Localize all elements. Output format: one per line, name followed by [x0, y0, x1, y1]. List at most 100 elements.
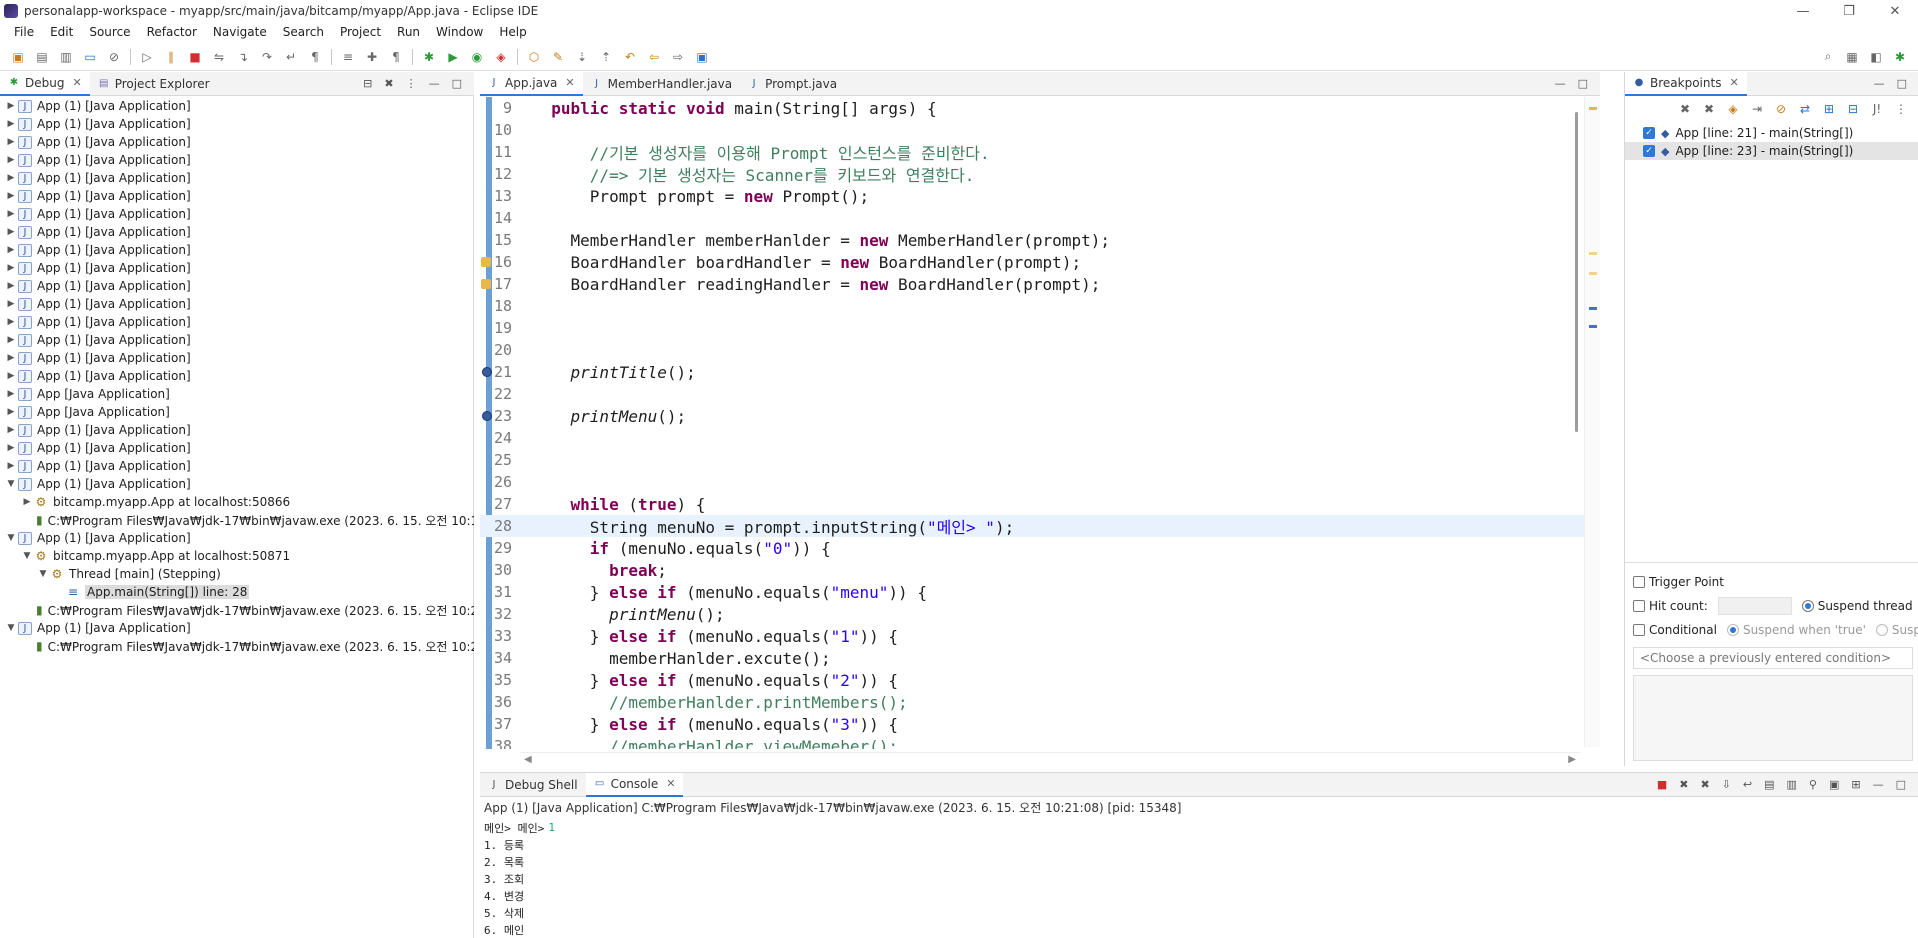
pin-console-icon[interactable]: ⚲ [1809, 778, 1817, 791]
menu-window[interactable]: Window [428, 25, 491, 39]
code-line[interactable]: 37 } else if (menuNo.equals("3")) { [480, 713, 1590, 735]
debug-tree-row[interactable]: ▶ J App (1) [Java Application] [0, 259, 474, 277]
disconnect-icon[interactable]: ⇋ [212, 50, 226, 64]
debug-tree-row[interactable]: ▶ J App (1) [Java Application] [0, 169, 474, 187]
run-icon[interactable]: ▶ [446, 50, 460, 64]
code-line[interactable]: 16 BoardHandler boardHandler = new Board… [480, 251, 1590, 273]
search-icon[interactable]: ⌕ [1821, 49, 1835, 64]
tab-debug-shell[interactable]: J Debug Shell [480, 773, 586, 797]
debug-tree-row[interactable]: ▶ J App (1) [Java Application] [0, 457, 474, 475]
terminal-icon[interactable]: ▭ [83, 50, 97, 64]
terminate-icon[interactable]: ■ [188, 50, 202, 64]
chevron-right-icon[interactable]: ▶ [4, 137, 18, 147]
minimize-button[interactable]: — [1780, 4, 1826, 19]
menu-search[interactable]: Search [275, 25, 332, 39]
chevron-right-icon[interactable]: ▶ [4, 119, 18, 129]
chevron-right-icon[interactable]: ▶ [4, 191, 18, 201]
line-number[interactable]: 28 [480, 517, 514, 535]
debug-tree-row[interactable]: ▶ J App (1) [Java Application] [0, 115, 474, 133]
line-number[interactable]: 31 [480, 583, 514, 601]
breakpoint-mark[interactable] [1589, 307, 1597, 310]
maximize-button[interactable]: ❐ [1826, 4, 1872, 19]
line-number[interactable]: 22 [480, 385, 514, 403]
warning-marker-icon[interactable] [481, 257, 491, 267]
suspend-when-true-radio[interactable] [1726, 624, 1739, 636]
debug-tree-row[interactable]: ▼ ⚙ bitcamp.myapp.App at localhost:50871 [0, 547, 474, 565]
chevron-right-icon[interactable]: ▶ [4, 173, 18, 183]
line-number[interactable]: 15 [480, 231, 514, 249]
hit-count-input[interactable] [1717, 597, 1792, 615]
debug-tree-row[interactable]: ▶ J App (1) [Java Application] [0, 313, 474, 331]
close-icon[interactable]: ✕ [565, 76, 574, 89]
annotation-next-icon[interactable]: ⇣ [575, 50, 589, 64]
suspend-when-changed-radio[interactable] [1875, 624, 1888, 636]
skip-all-icon[interactable]: ⊘ [1774, 102, 1788, 116]
debug-tree-row[interactable]: ▶ J App (1) [Java Application] [0, 367, 474, 385]
code-line[interactable]: 22 [480, 383, 1590, 405]
debug-tree-row[interactable]: ▶ J App (1) [Java Application] [0, 349, 474, 367]
code-line[interactable]: 30 break; [480, 559, 1590, 581]
trigger-point-checkbox[interactable] [1633, 576, 1645, 588]
tab-debug[interactable]: ✱ Debug ✕ [0, 71, 90, 96]
menu-run[interactable]: Run [389, 25, 428, 39]
scroll-right-icon[interactable]: ▶ [1568, 754, 1576, 765]
debug-tree-row[interactable]: ▼ J App (1) [Java Application] [0, 475, 474, 493]
tab-breakpoints[interactable]: ● Breakpoints ✕ [1625, 71, 1747, 96]
chevron-right-icon[interactable]: ▶ [4, 443, 18, 453]
step-return-icon[interactable]: ↵ [284, 50, 298, 64]
close-button[interactable]: ✕ [1872, 4, 1918, 19]
remove-breakpoint-icon[interactable]: ✖ [1678, 102, 1692, 116]
debug-tree-row[interactable]: ▶ J App (1) [Java Application] [0, 133, 474, 151]
warning-mark[interactable] [1589, 252, 1597, 255]
code-line[interactable]: 26 [480, 471, 1590, 493]
line-number[interactable]: 20 [480, 341, 514, 359]
show-supported-icon[interactable]: ◈ [1726, 102, 1740, 116]
chevron-right-icon[interactable]: ▶ [4, 317, 18, 327]
code-line[interactable]: 25 [480, 449, 1590, 471]
maximize-view-icon[interactable]: □ [452, 77, 462, 90]
conditional-option[interactable]: Conditional Suspend when 'true' Suspenc [1633, 621, 1918, 639]
menu-navigate[interactable]: Navigate [205, 25, 275, 39]
warning-marker-icon[interactable] [481, 279, 491, 289]
suspend-thread-radio[interactable] [1801, 600, 1814, 612]
code-line[interactable]: 13 Prompt prompt = new Prompt(); [480, 185, 1590, 207]
code-line[interactable]: 34 memberHanlder.excute(); [480, 647, 1590, 669]
conditional-checkbox[interactable] [1633, 624, 1645, 636]
code-line[interactable]: 36 //memberHanlder.printMembers(); [480, 691, 1590, 713]
display-selected-console-icon[interactable]: ▣ [1829, 778, 1839, 791]
chevron-right-icon[interactable]: ▶ [4, 425, 18, 435]
new-icon[interactable]: ▣ [11, 50, 25, 64]
toggle-breakpoint-icon[interactable]: ✚ [365, 50, 379, 64]
collapse-all-icon[interactable]: ⊟ [1846, 102, 1860, 116]
remove-all-breakpoints-icon[interactable]: ✖ [1702, 102, 1716, 116]
suspend-icon[interactable]: ∥ [164, 50, 178, 64]
line-number[interactable]: 14 [480, 209, 514, 227]
collapse-all-icon[interactable]: ⊟ [363, 77, 372, 90]
code-line[interactable]: 10 [480, 119, 1590, 141]
line-number[interactable]: 36 [480, 693, 514, 711]
code-line[interactable]: 20 [480, 339, 1590, 361]
tab-memberhandler-java[interactable]: J MemberHandler.java [583, 72, 740, 96]
save-all-icon[interactable]: ▥ [59, 50, 73, 64]
go-to-file-icon[interactable]: ⇥ [1750, 102, 1764, 116]
close-icon[interactable]: ✕ [72, 76, 81, 89]
chevron-right-icon[interactable]: ▶ [4, 299, 18, 309]
minimize-view-icon[interactable]: — [1555, 77, 1566, 90]
tab-project-explorer[interactable]: ▤ Project Explorer [90, 72, 218, 96]
tab-app-java[interactable]: J App.java ✕ [480, 71, 583, 96]
minimize-view-icon[interactable]: — [429, 77, 440, 90]
debug-tree-row[interactable]: ▶ J App (1) [Java Application] [0, 421, 474, 439]
external-tools-icon[interactable]: ◈ [494, 50, 508, 64]
remove-launch-icon[interactable]: ✖ [1679, 778, 1688, 791]
debug-tree-row[interactable]: ▶ J App (1) [Java Application] [0, 151, 474, 169]
menu-source[interactable]: Source [81, 25, 138, 39]
code-line[interactable]: 15 MemberHandler memberHanlder = new Mem… [480, 229, 1590, 251]
code-line[interactable]: 14 [480, 207, 1590, 229]
line-number[interactable]: 38 [480, 737, 514, 749]
debug-tree-row[interactable]: ▼ J App (1) [Java Application] [0, 529, 474, 547]
chevron-down-icon[interactable]: ▼ [4, 479, 18, 489]
chevron-right-icon[interactable]: ▶ [4, 155, 18, 165]
menu-project[interactable]: Project [332, 25, 389, 39]
condition-history-combo[interactable]: <Choose a previously entered condition> [1633, 647, 1913, 669]
search-tool-icon[interactable]: ✎ [551, 50, 565, 64]
